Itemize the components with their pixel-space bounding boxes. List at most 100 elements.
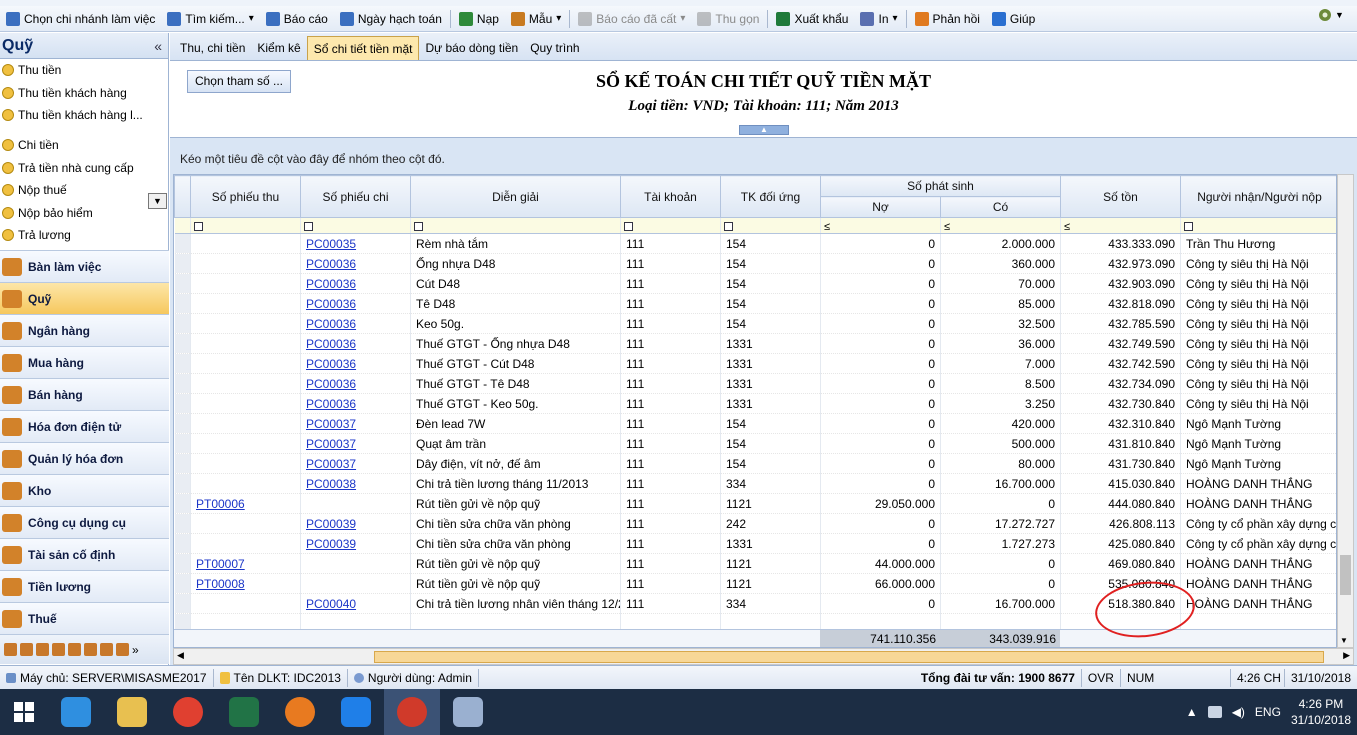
taskbar-misa-icon[interactable] [384,689,440,735]
table-row[interactable]: PC00039 Chi tiền sửa chữa văn phòng 111 133… [174,533,1336,554]
filter-nguoi[interactable] [1180,217,1336,234]
voucher-link[interactable]: PC00036 [306,337,356,351]
sidebar-item[interactable]: Nộp thuế [0,179,168,202]
tab-item[interactable]: Sổ chi tiết tiền mặt [306,36,420,60]
bao-cao-da-cat-button[interactable]: Báo cáo đã cất ▾ [572,8,691,30]
xuat-khau-button[interactable]: Xuất khẩu [770,8,854,30]
module-shortcut-icon[interactable] [68,643,81,656]
scroll-right-icon[interactable]: ▶ [1343,650,1350,661]
sidebar-item[interactable]: Thu tiền khách hàng l... [0,104,168,127]
filter-checkbox-icon[interactable] [1184,221,1193,231]
settings-gear-icon[interactable]: ▼ [1317,5,1347,25]
table-row[interactable]: PC00036 Thuế GTGT - Keo 50g. 111 1331 0 3.250… [174,393,1336,414]
col-co[interactable]: Có [940,196,1061,218]
filter-checkbox-icon[interactable] [304,221,313,231]
filter-so-phieu-thu[interactable] [190,217,301,234]
network-icon[interactable] [1207,706,1222,718]
taskbar-clock[interactable]: 4:26 PM 31/10/2018 [1291,696,1351,728]
table-row[interactable]: PC00038 Chi trả tiền lương tháng 11/2013 1… [174,473,1336,494]
filter-checkbox-icon[interactable] [624,221,633,231]
taskbar-firefox-icon[interactable] [272,689,328,735]
taskbar-chrome-icon[interactable] [160,689,216,735]
table-row[interactable]: PC00036 Thuế GTGT - Tê D48 111 1331 0 8.500 43… [174,373,1336,394]
voucher-link[interactable]: PC00036 [306,377,356,391]
module-item[interactable]: Mua hàng [0,346,169,378]
module-item[interactable]: Tiền lương [0,570,169,602]
phan-hoi-button[interactable]: Phản hồi [909,8,986,30]
sidebar-item[interactable]: Trả tiền nhà cung cấp [0,156,168,179]
module-item[interactable]: Tài sản cố định [0,538,169,570]
bao-cao-button[interactable]: Báo cáo [260,8,334,30]
taskbar-ie-icon[interactable] [48,689,104,735]
module-item[interactable]: Bán hàng [0,378,169,410]
voucher-link[interactable]: PC00039 [306,537,356,551]
col-so-phieu-chi[interactable]: Số phiếu chi [300,175,411,218]
module-shortcut-icon[interactable] [100,643,113,656]
vertical-scrollbar[interactable]: ▼ [1337,174,1354,648]
filter-co[interactable]: ≤ [940,217,1061,234]
scroll-left-icon[interactable]: ◀ [177,650,184,661]
voucher-link[interactable]: PC00036 [306,257,356,271]
tab-item[interactable]: Quy trình [524,36,585,60]
collapse-header-button[interactable]: ▲ [739,125,789,135]
table-row[interactable]: PC00036 Thuế GTGT - Cút D48 111 1331 0 7.000 4… [174,353,1336,374]
table-row[interactable]: PC00037 Dây điện, vít nở, đế âm 111 154 0 80.… [174,453,1336,474]
voucher-link[interactable]: PC00039 [306,517,356,531]
filter-checkbox-icon[interactable] [724,221,733,231]
sidebar-item[interactable]: Thu tiền khách hàng [0,82,168,105]
voucher-link[interactable]: PC00038 [306,477,356,491]
table-row[interactable]: PT00007 Rút tiền gửi về nộp quỹ 111 1121 44.… [174,553,1336,574]
voucher-link[interactable]: PC00037 [306,457,356,471]
sidebar-item[interactable]: Chi tiền [0,134,168,157]
filter-checkbox-icon[interactable] [414,221,423,231]
filter-tai-khoan[interactable] [620,217,721,234]
mau-button[interactable]: Mẫu ▾ [505,8,567,30]
col-dien-giai[interactable]: Diễn giải [410,175,621,218]
more-modules-icon[interactable]: » [132,643,139,657]
col-tk-doi-ung[interactable]: TK đối ứng [720,175,821,218]
voucher-link[interactable]: PT00008 [196,577,245,591]
table-row[interactable]: PC00036 Keo 50g. 111 154 0 32.500 432.785.590 C… [174,313,1336,334]
filter-no[interactable]: ≤ [820,217,941,234]
module-shortcut-icon[interactable] [20,643,33,656]
voucher-link[interactable]: PT00007 [196,557,245,571]
col-so-phieu-thu[interactable]: Số phiếu thu [190,175,301,218]
taskbar-paint-icon[interactable] [440,689,496,735]
nap-button[interactable]: Nạp [453,8,505,30]
giup-button[interactable]: Giúp [986,8,1041,30]
filter-so-phieu-chi[interactable] [300,217,411,234]
col-tai-khoan[interactable]: Tài khoản [620,175,721,218]
vertical-scroll-thumb[interactable] [1340,555,1351,595]
table-row[interactable]: PC00035 Rèm nhà tắm 111 154 0 2.000.000 433.33… [174,233,1336,254]
tab-item[interactable]: Dự báo dòng tiền [419,36,524,60]
voucher-link[interactable]: PC00037 [306,417,356,431]
language-indicator[interactable]: ENG [1255,705,1281,719]
module-shortcut-icon[interactable] [52,643,65,656]
module-item[interactable]: Công cụ dụng cụ [0,506,169,538]
thu-gon-button[interactable]: Thu gọn [691,8,765,30]
voucher-link[interactable]: PC00036 [306,397,356,411]
voucher-link[interactable]: PC00035 [306,237,356,251]
taskbar-file-explorer-icon[interactable] [104,689,160,735]
windows-start-icon[interactable] [0,689,48,735]
table-row[interactable]: PC00039 Chi tiền sửa chữa văn phòng 111 242… [174,513,1336,534]
sidebar-item[interactable]: Trả lương [0,224,168,247]
tim-kiem-button[interactable]: Tìm kiếm... ▾ [161,8,259,30]
sidebar-item[interactable]: Nộp bảo hiểm [0,202,168,225]
col-nguoi-nhan-nop[interactable]: Người nhận/Người nộp [1180,175,1336,218]
voucher-link[interactable]: PC00036 [306,297,356,311]
horizontal-scrollbar[interactable]: ◀ ▶ [173,648,1354,665]
module-item[interactable]: Kho [0,474,169,506]
filter-so-ton[interactable]: ≤ [1060,217,1181,234]
module-item[interactable]: Hóa đơn điện tử [0,410,169,442]
module-item[interactable]: Bàn làm việc [0,250,169,282]
module-shortcut-icon[interactable] [4,643,17,656]
filter-checkbox-icon[interactable] [194,221,203,231]
chon-chi-nhanh-button[interactable]: Chọn chi nhánh làm việc [0,8,161,30]
module-shortcut-icon[interactable] [36,643,49,656]
module-shortcut-icon[interactable] [116,643,129,656]
ngay-hach-toan-button[interactable]: Ngày hạch toán [334,8,448,30]
module-item[interactable]: Quản lý hóa đơn [0,442,169,474]
voucher-link[interactable]: PC00036 [306,357,356,371]
sidebar-item[interactable]: Thu tiền [0,59,168,82]
